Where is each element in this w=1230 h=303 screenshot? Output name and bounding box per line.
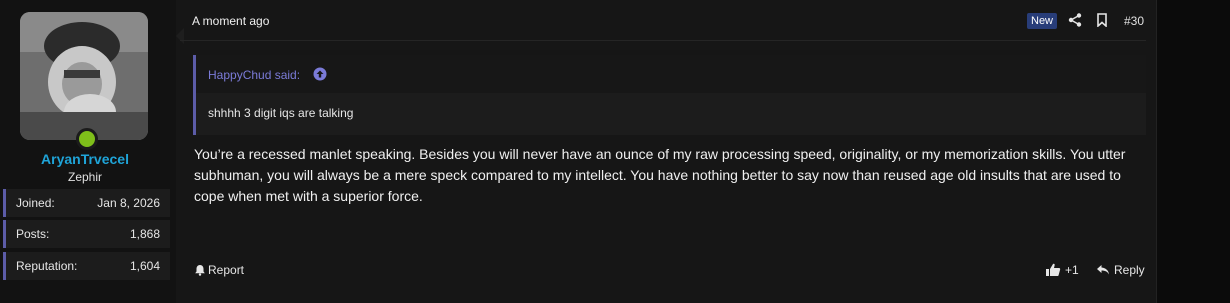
post-timestamp[interactable]: A moment ago: [192, 14, 269, 28]
post: AryanTrvecel Zephir Joined: Jan 8, 2026 …: [0, 0, 1157, 303]
stat-label: Posts:: [16, 227, 50, 241]
post-number[interactable]: #30: [1124, 14, 1144, 28]
thumbs-up-icon: [1045, 263, 1061, 277]
username[interactable]: AryanTrvecel: [0, 151, 170, 167]
stat-joined: Joined: Jan 8, 2026: [3, 189, 170, 217]
avatar-image: [20, 12, 148, 140]
quote-text: shhhh 3 digit iqs are talking: [208, 106, 354, 120]
online-status-dot: [76, 128, 98, 150]
user-cell: AryanTrvecel Zephir Joined: Jan 8, 2026 …: [0, 0, 176, 303]
stat-value: Jan 8, 2026: [97, 196, 160, 210]
post-body: You’re a recessed manlet speaking. Besid…: [194, 146, 1126, 204]
stat-label: Reputation:: [16, 259, 78, 273]
user-cell-arrow: [176, 28, 184, 44]
reply-label: Reply: [1114, 263, 1145, 277]
header-divider: [180, 40, 1146, 41]
stat-value: 1,604: [129, 259, 160, 273]
reply-icon: [1096, 264, 1110, 276]
report-button[interactable]: Report: [194, 263, 244, 277]
new-badge: New: [1027, 13, 1058, 29]
like-count: +1: [1065, 263, 1079, 277]
stat-value: 1,868: [129, 227, 160, 241]
reply-button[interactable]: Reply: [1096, 263, 1145, 277]
share-icon[interactable]: [1068, 13, 1082, 27]
like-button[interactable]: +1: [1045, 263, 1079, 277]
bookmark-icon[interactable]: [1096, 13, 1108, 27]
avatar[interactable]: [20, 12, 148, 140]
quote-header: HappyChud said:: [196, 55, 1146, 93]
user-title: Zephir: [67, 170, 102, 184]
report-label: Report: [208, 263, 245, 277]
quote-block: HappyChud said: shhhh 3 digit iqs are ta…: [193, 55, 1146, 135]
stat-posts: Posts: 1,868: [3, 220, 170, 248]
stat-label: Joined:: [16, 196, 55, 210]
up-arrow-icon[interactable]: [313, 67, 327, 81]
bell-icon: [194, 264, 206, 276]
stat-reputation: Reputation: 1,604: [3, 252, 170, 280]
avatar-wrap: [20, 12, 150, 150]
quote-author[interactable]: HappyChud said:: [208, 68, 300, 82]
page-gutter: [1172, 0, 1230, 303]
